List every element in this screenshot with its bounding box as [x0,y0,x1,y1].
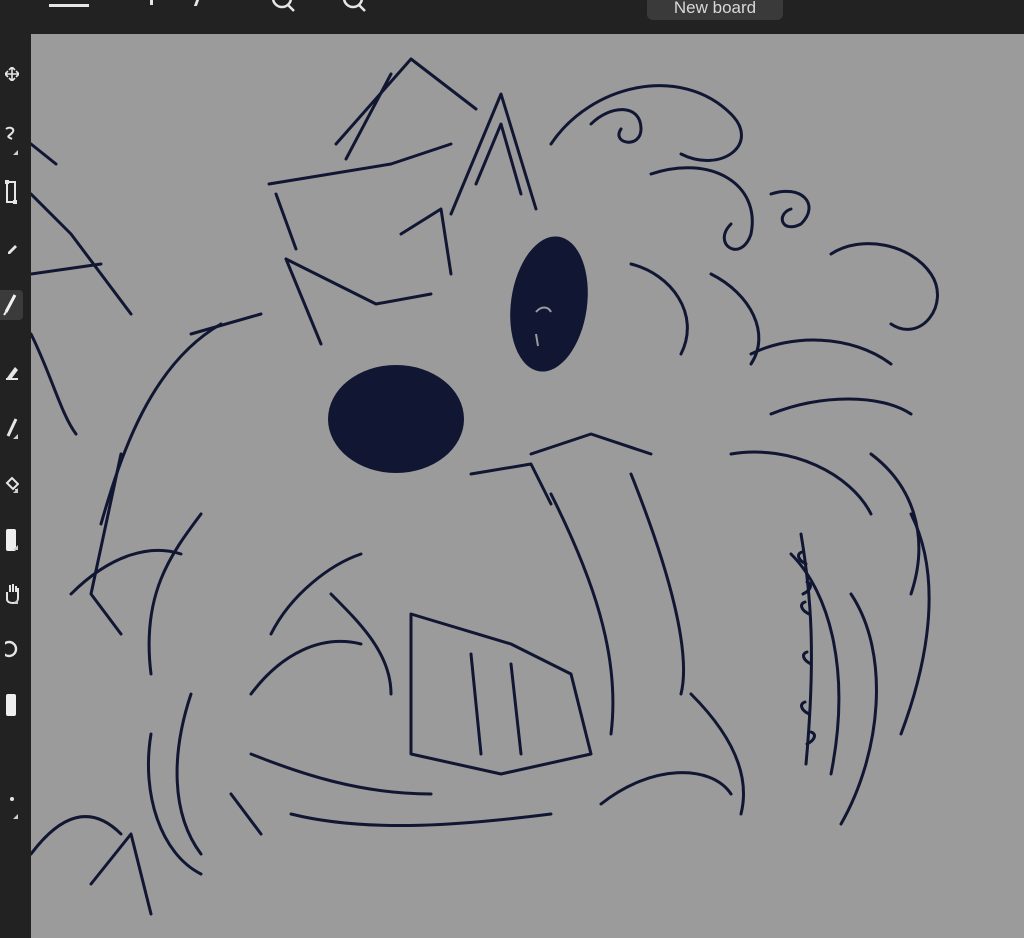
submenu-indicator [13,434,18,439]
lasso-tool-button[interactable] [0,120,24,150]
eraser-icon [6,367,18,380]
submenu-indicator [13,545,18,550]
color-swatch-button[interactable] [0,690,24,720]
menu-icon[interactable] [49,4,89,7]
rotate-tool-button[interactable] [0,634,24,664]
stroke-icon-1[interactable] [150,0,153,5]
dropper-icon [8,245,17,254]
rotate-icon [5,640,18,658]
hand-tool-button[interactable] [0,578,24,608]
submenu-indicator [13,488,18,493]
line-art-sketch [31,57,939,916]
gradient-tool-button[interactable] [0,469,24,499]
pen-tool-button[interactable] [0,414,24,444]
brush-icon [2,294,16,316]
drawing-canvas[interactable] [31,34,1024,938]
transform-icon [5,180,17,204]
brush-tool-button[interactable] [0,290,23,320]
move-tool-button[interactable] [0,59,24,89]
stroke-icon-2[interactable] [193,0,200,6]
shape-tool-button[interactable] [0,525,24,555]
submenu-indicator [13,599,18,604]
fill-tool-button[interactable] [0,233,24,263]
top-toolbar: New board [0,0,1024,34]
dot-icon [10,797,14,801]
move-icon [5,67,19,81]
submenu-indicator [13,150,18,155]
zoom-in-icon[interactable] [268,0,298,14]
new-board-button[interactable]: New board [647,0,783,20]
eraser-tool-button[interactable] [0,357,24,387]
left-toolbar [0,34,30,938]
transform-tool-button[interactable] [0,177,24,207]
zoom-out-icon[interactable] [339,0,369,14]
submenu-indicator [13,814,18,819]
color-swatch-icon [6,694,16,716]
new-board-label: New board [673,0,757,17]
more-tool-button[interactable] [0,784,24,814]
lasso-icon [5,126,15,140]
